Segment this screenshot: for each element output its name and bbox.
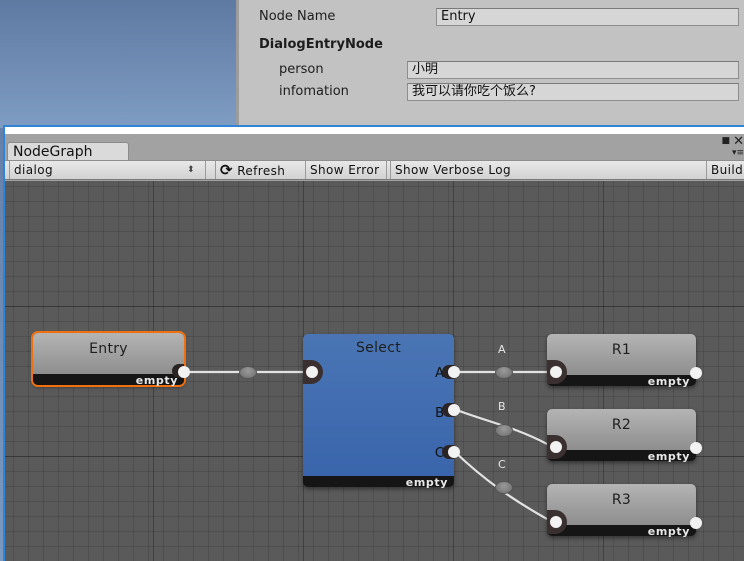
node-footer-label: empty — [647, 450, 690, 463]
build-button[interactable]: Build — [706, 161, 744, 179]
input-port[interactable] — [550, 516, 562, 528]
node-footer-label: empty — [405, 476, 448, 489]
node-r2[interactable]: empty R2 — [547, 409, 702, 463]
output-port-c[interactable] — [448, 446, 460, 458]
close-icon[interactable]: ✕ — [733, 134, 744, 149]
nodegraph-window: NodeGraph ■ ✕ ▾≡ dialog ⬍ ⟳ Refresh Show… — [3, 125, 744, 561]
node-r3[interactable]: empty R3 — [547, 484, 702, 538]
refresh-icon: ⟳ — [220, 161, 233, 179]
wire-knob-c[interactable] — [495, 481, 513, 494]
tab-nodegraph[interactable]: NodeGraph — [7, 142, 129, 162]
inspector-panel: Node Name Entry DialogEntryNode person 小… — [236, 0, 744, 126]
node-select[interactable]: empty Select A B C — [303, 334, 460, 489]
node-title: Select — [356, 340, 401, 356]
dropdown-arrows-icon: ⬍ — [187, 165, 195, 175]
person-field[interactable]: 小明 — [407, 61, 739, 79]
graph-select-dropdown[interactable]: dialog ⬍ — [9, 161, 201, 179]
show-verbose-log-button[interactable]: Show Verbose Log — [390, 161, 518, 179]
infomation-label: infomation — [279, 84, 349, 99]
output-port[interactable] — [690, 517, 702, 529]
tab-strip: NodeGraph ■ ✕ ▾≡ — [5, 134, 744, 162]
node-title: Entry — [89, 341, 128, 357]
node-footer: empty — [547, 375, 696, 388]
input-port[interactable] — [306, 366, 318, 378]
menu-icon[interactable]: ▾≡ — [732, 148, 744, 158]
wire-knob-a[interactable] — [495, 366, 513, 379]
output-port[interactable] — [690, 442, 702, 454]
wire-knob[interactable] — [239, 366, 257, 379]
toolbar: dialog ⬍ ⟳ Refresh Show Error Show Verbo… — [5, 160, 744, 180]
node-title: R2 — [611, 417, 632, 433]
node-footer-label: empty — [647, 525, 690, 538]
node-footer-label: empty — [647, 375, 690, 388]
node-name-field[interactable]: Entry — [436, 8, 739, 26]
section-title: DialogEntryNode — [259, 37, 383, 52]
graph-canvas[interactable]: A B C empty Entry empty Select A B C emp… — [5, 181, 744, 561]
graph-select-value: dialog — [14, 163, 53, 177]
output-port[interactable] — [178, 366, 190, 378]
wire-label-c: C — [498, 458, 506, 471]
node-footer: empty — [547, 450, 696, 463]
refresh-button[interactable]: ⟳ Refresh — [215, 161, 301, 179]
infomation-field[interactable]: 我可以请你吃个饭么? — [407, 83, 739, 101]
node-footer: empty — [33, 374, 184, 387]
node-title: R3 — [611, 492, 632, 508]
node-footer-label: empty — [135, 374, 178, 387]
maximize-icon[interactable]: ■ — [721, 136, 730, 146]
window-top-border — [5, 127, 744, 134]
refresh-label: Refresh — [237, 164, 286, 178]
node-footer: empty — [547, 525, 696, 538]
desktop-background — [0, 0, 236, 128]
output-port-a[interactable] — [448, 366, 460, 378]
person-label: person — [279, 62, 324, 77]
node-r1[interactable]: empty R1 — [547, 334, 702, 388]
wire-label-a: A — [498, 343, 506, 356]
node-title: R1 — [611, 342, 632, 358]
input-port[interactable] — [550, 441, 562, 453]
node-name-label: Node Name — [259, 9, 336, 24]
show-error-button[interactable]: Show Error — [305, 161, 383, 179]
output-port[interactable] — [690, 367, 702, 379]
output-port-b[interactable] — [448, 404, 460, 416]
wire-label-b: B — [498, 400, 506, 413]
node-footer: empty — [303, 476, 454, 489]
input-port[interactable] — [550, 366, 562, 378]
node-entry[interactable]: empty Entry — [31, 331, 190, 387]
wire-knob-b[interactable] — [495, 424, 513, 437]
